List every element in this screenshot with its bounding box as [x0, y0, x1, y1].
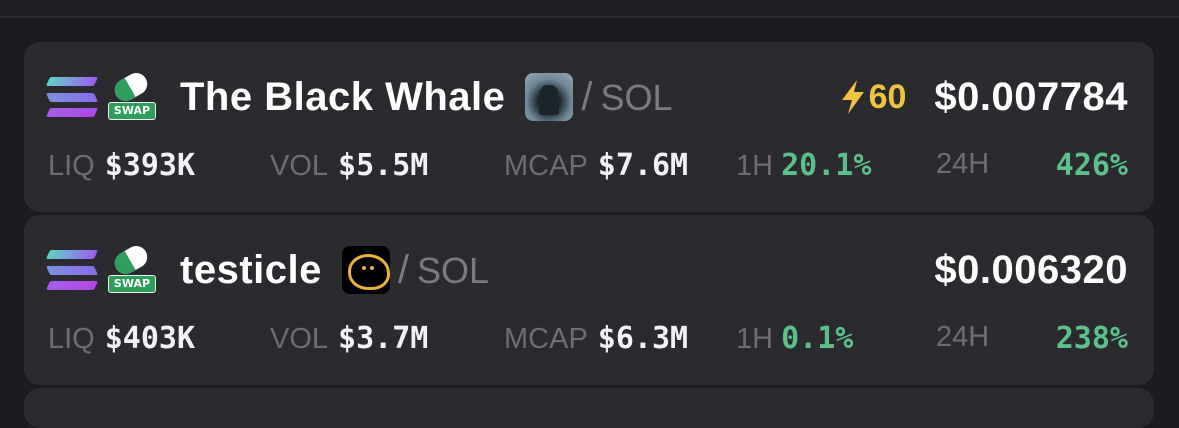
change-1h-label: 1H	[736, 323, 774, 355]
quote-symbol: SOL	[416, 249, 490, 291]
liquidity-value: $403K	[104, 321, 196, 356]
token-name: The Black Whale	[180, 74, 506, 119]
liquidity-label: LIQ	[48, 150, 95, 182]
pair-stats: LIQ $393K VOL $5.5M MCAP $7.6M 1H 20.1% …	[48, 144, 1128, 184]
swap-badge-label: SWAP	[108, 102, 156, 120]
market-cap-stat: MCAP $7.6M	[504, 148, 688, 183]
volume-stat: VOL $3.7M	[270, 321, 428, 356]
liquidity-value: $393K	[104, 148, 196, 183]
pair-card[interactable]: SWAP testicle / SOL $0.006320 LIQ $403K V…	[24, 215, 1154, 385]
change-1h-value: 0.1%	[781, 321, 854, 356]
market-cap-value: $6.3M	[597, 321, 689, 356]
liquidity-stat: LIQ $403K	[48, 321, 195, 356]
quote-pair: / SOL	[398, 248, 489, 293]
change-1h-value: 20.1%	[781, 148, 872, 183]
quote-pair: / SOL	[581, 75, 672, 120]
token-name: testicle	[180, 247, 322, 292]
solana-chain-icon	[45, 77, 99, 117]
price-area: 60 $0.007784	[839, 75, 1128, 120]
change-1h-stat: 1H 20.1%	[736, 148, 871, 183]
swap-dex-icon: SWAP	[108, 241, 156, 293]
boost-badge[interactable]: 60	[839, 77, 907, 117]
volume-label: VOL	[270, 323, 329, 355]
volume-value: $3.7M	[338, 321, 429, 356]
solana-chain-icon	[45, 250, 99, 290]
change-1h-stat: 1H 0.1%	[736, 321, 853, 356]
market-cap-label: MCAP	[504, 323, 588, 355]
swap-dex-icon: SWAP	[108, 68, 156, 120]
change-1h-label: 1H	[736, 150, 774, 182]
top-bar	[0, 0, 1179, 18]
blob-token-image	[341, 246, 390, 294]
pair-stats: LIQ $403K VOL $3.7M MCAP $6.3M 1H 0.1% 2…	[48, 317, 1128, 357]
lightning-icon	[841, 80, 864, 114]
pair-card[interactable]	[24, 388, 1154, 428]
change-24h-label: 24H	[936, 321, 990, 353]
market-cap-stat: MCAP $6.3M	[504, 321, 688, 356]
volume-label: VOL	[270, 150, 329, 182]
pair-card[interactable]: SWAP The Black Whale / SOL 60 $0.007784 L…	[24, 42, 1154, 212]
change-24h-label: 24H	[936, 148, 990, 180]
volume-value: $5.5M	[338, 148, 429, 183]
pair-header: SWAP The Black Whale / SOL 60 $0.007784	[45, 68, 1128, 122]
liquidity-stat: LIQ $393K	[48, 148, 195, 183]
quote-symbol: SOL	[600, 76, 673, 118]
market-cap-value: $7.6M	[597, 148, 689, 183]
change-24h-value: 238%	[1055, 321, 1128, 356]
pair-separator: /	[581, 74, 593, 119]
price-area: $0.006320	[934, 248, 1128, 293]
token-price: $0.007784	[934, 74, 1128, 119]
liquidity-label: LIQ	[48, 323, 95, 355]
market-cap-label: MCAP	[504, 150, 588, 182]
token-price: $0.006320	[934, 247, 1128, 292]
volume-stat: VOL $5.5M	[270, 148, 428, 183]
boost-count: 60	[868, 77, 907, 116]
whale-token-image	[525, 73, 574, 121]
swap-badge-label: SWAP	[108, 275, 156, 293]
pair-header: SWAP testicle / SOL $0.006320	[45, 241, 1128, 295]
pair-separator: /	[397, 247, 409, 292]
change-24h-value: 426%	[1055, 148, 1128, 183]
